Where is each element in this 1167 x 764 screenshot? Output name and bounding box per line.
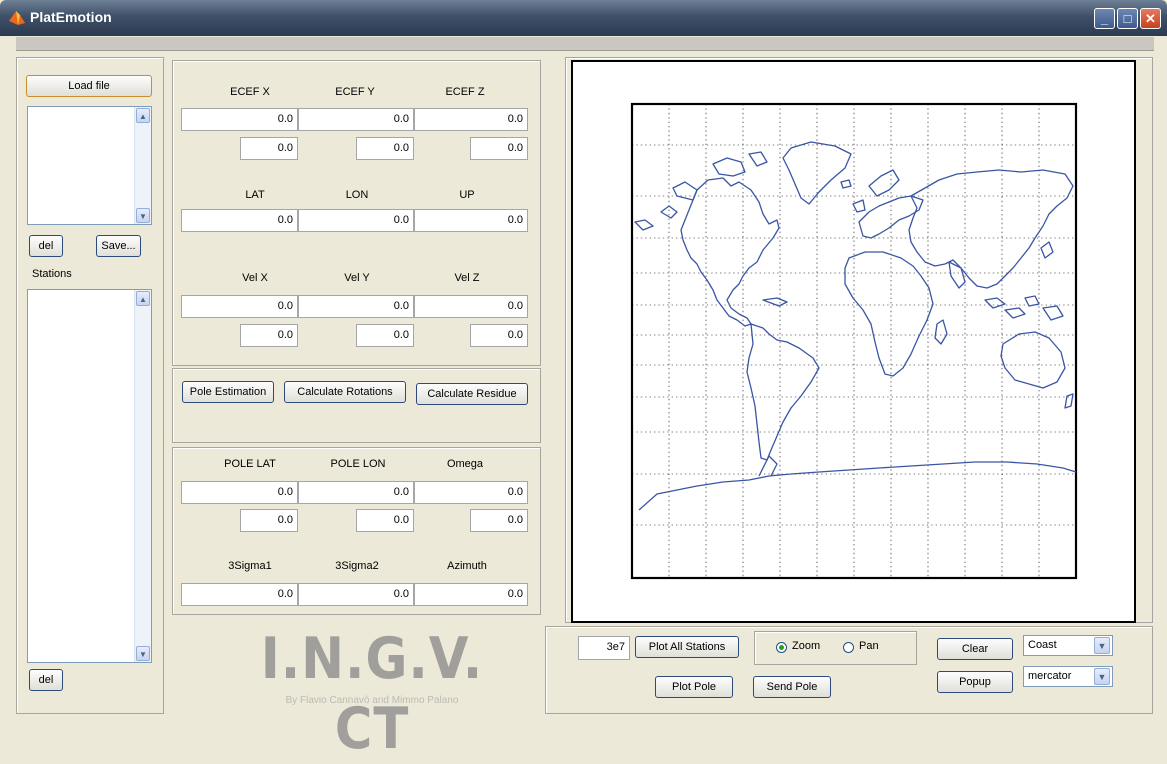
stations-listbox[interactable]: ▲ ▼ [27,289,152,663]
chevron-down-icon[interactable]: ▼ [1094,637,1110,654]
pan-label[interactable]: Pan [859,640,879,652]
vel-z-sigma-field[interactable]: 0.0 [470,324,528,347]
load-file-button[interactable]: Load file [26,75,152,97]
azimuth-label: Azimuth [447,560,487,572]
matlab-logo-icon [9,11,25,25]
lat-field[interactable]: 0.0 [181,209,298,232]
zoom-label[interactable]: Zoom [792,640,820,652]
file-list-scrollbar[interactable]: ▲ ▼ [134,107,151,224]
vel-z-field[interactable]: 0.0 [414,295,528,318]
scale-field[interactable]: 3e7 [578,636,630,660]
maximize-icon[interactable]: □ [1117,8,1138,29]
lat-label: LAT [245,189,265,201]
plot-pole-button[interactable]: Plot Pole [655,676,733,698]
ecef-y-sigma-field[interactable]: 0.0 [356,137,414,160]
scroll-up-icon[interactable]: ▲ [136,108,150,123]
calculate-rotations-button[interactable]: Calculate Rotations [284,381,406,403]
stations-scrollbar[interactable]: ▲ ▼ [134,290,151,662]
pole-lon-sigma-field[interactable]: 0.0 [356,509,414,532]
calculate-residue-button[interactable]: Calculate Residue [416,383,528,405]
save-button[interactable]: Save... [96,235,141,257]
pole-lon-field[interactable]: 0.0 [298,481,414,504]
pole-lat-sigma-field[interactable]: 0.0 [240,509,298,532]
up-label: UP [459,189,475,201]
3sigma1-label: 3Sigma1 [228,560,272,572]
omega-field[interactable]: 0.0 [414,481,528,504]
stations-label: Stations [32,268,72,280]
ingv-logo: I.N.G.V. CT [260,626,484,762]
ecef-z-label: ECEF Z [445,86,485,98]
3sigma1-field[interactable]: 0.0 [181,583,298,606]
actions-panel [172,368,541,443]
file-listbox[interactable]: ▲ ▼ [27,106,152,225]
vel-y-sigma-field[interactable]: 0.0 [356,324,414,347]
ecef-y-label: ECEF Y [335,86,375,98]
vel-y-label: Vel Y [344,272,370,284]
vel-z-label: Vel Z [454,272,480,284]
coast-dropdown-value: Coast [1028,639,1057,651]
window-title: PlatEmotion [30,9,112,25]
vel-y-field[interactable]: 0.0 [298,295,414,318]
world-map[interactable] [573,62,1134,621]
ecef-y-field[interactable]: 0.0 [298,108,414,131]
omega-sigma-field[interactable]: 0.0 [470,509,528,532]
title-bar [0,0,1167,36]
ecef-x-label: ECEF X [230,86,270,98]
toolbar-strip [16,37,1154,51]
lon-field[interactable]: 0.0 [298,209,414,232]
up-field[interactable]: 0.0 [414,209,528,232]
3sigma2-field[interactable]: 0.0 [298,583,414,606]
pan-radio[interactable] [843,642,854,653]
projection-dropdown-value: mercator [1028,670,1072,682]
zoom-radio[interactable] [776,642,787,653]
ecef-z-field[interactable]: 0.0 [414,108,528,131]
pole-estimation-button[interactable]: Pole Estimation [182,381,274,403]
clear-button[interactable]: Clear [937,638,1013,660]
lon-label: LON [345,189,369,201]
close-icon[interactable]: ✕ [1140,8,1161,29]
popup-button[interactable]: Popup [937,671,1013,693]
pole-lat-label: POLE LAT [224,458,276,470]
vel-x-field[interactable]: 0.0 [181,295,298,318]
credit-text: By Flavio Cannavò and Mimmo Palano [285,695,459,706]
3sigma2-label: 3Sigma2 [335,560,379,572]
map-canvas[interactable] [571,60,1136,623]
send-pole-button[interactable]: Send Pole [753,676,831,698]
chevron-down-icon[interactable]: ▼ [1094,668,1110,685]
del-file-button[interactable]: del [29,235,63,257]
plot-all-stations-button[interactable]: Plot All Stations [635,636,739,658]
del-station-button[interactable]: del [29,669,63,691]
ecef-x-sigma-field[interactable]: 0.0 [240,137,298,160]
ecef-z-sigma-field[interactable]: 0.0 [470,137,528,160]
pole-lat-field[interactable]: 0.0 [181,481,298,504]
pole-lon-label: POLE LON [330,458,386,470]
omega-label: Omega [446,458,484,470]
minimize-icon[interactable]: _ [1094,8,1115,29]
ecef-x-field[interactable]: 0.0 [181,108,298,131]
scroll-down-icon[interactable]: ▼ [136,646,150,661]
vel-x-label: Vel X [242,272,268,284]
scroll-down-icon[interactable]: ▼ [136,208,150,223]
scroll-up-icon[interactable]: ▲ [136,291,150,306]
vel-x-sigma-field[interactable]: 0.0 [240,324,298,347]
azimuth-field[interactable]: 0.0 [414,583,528,606]
